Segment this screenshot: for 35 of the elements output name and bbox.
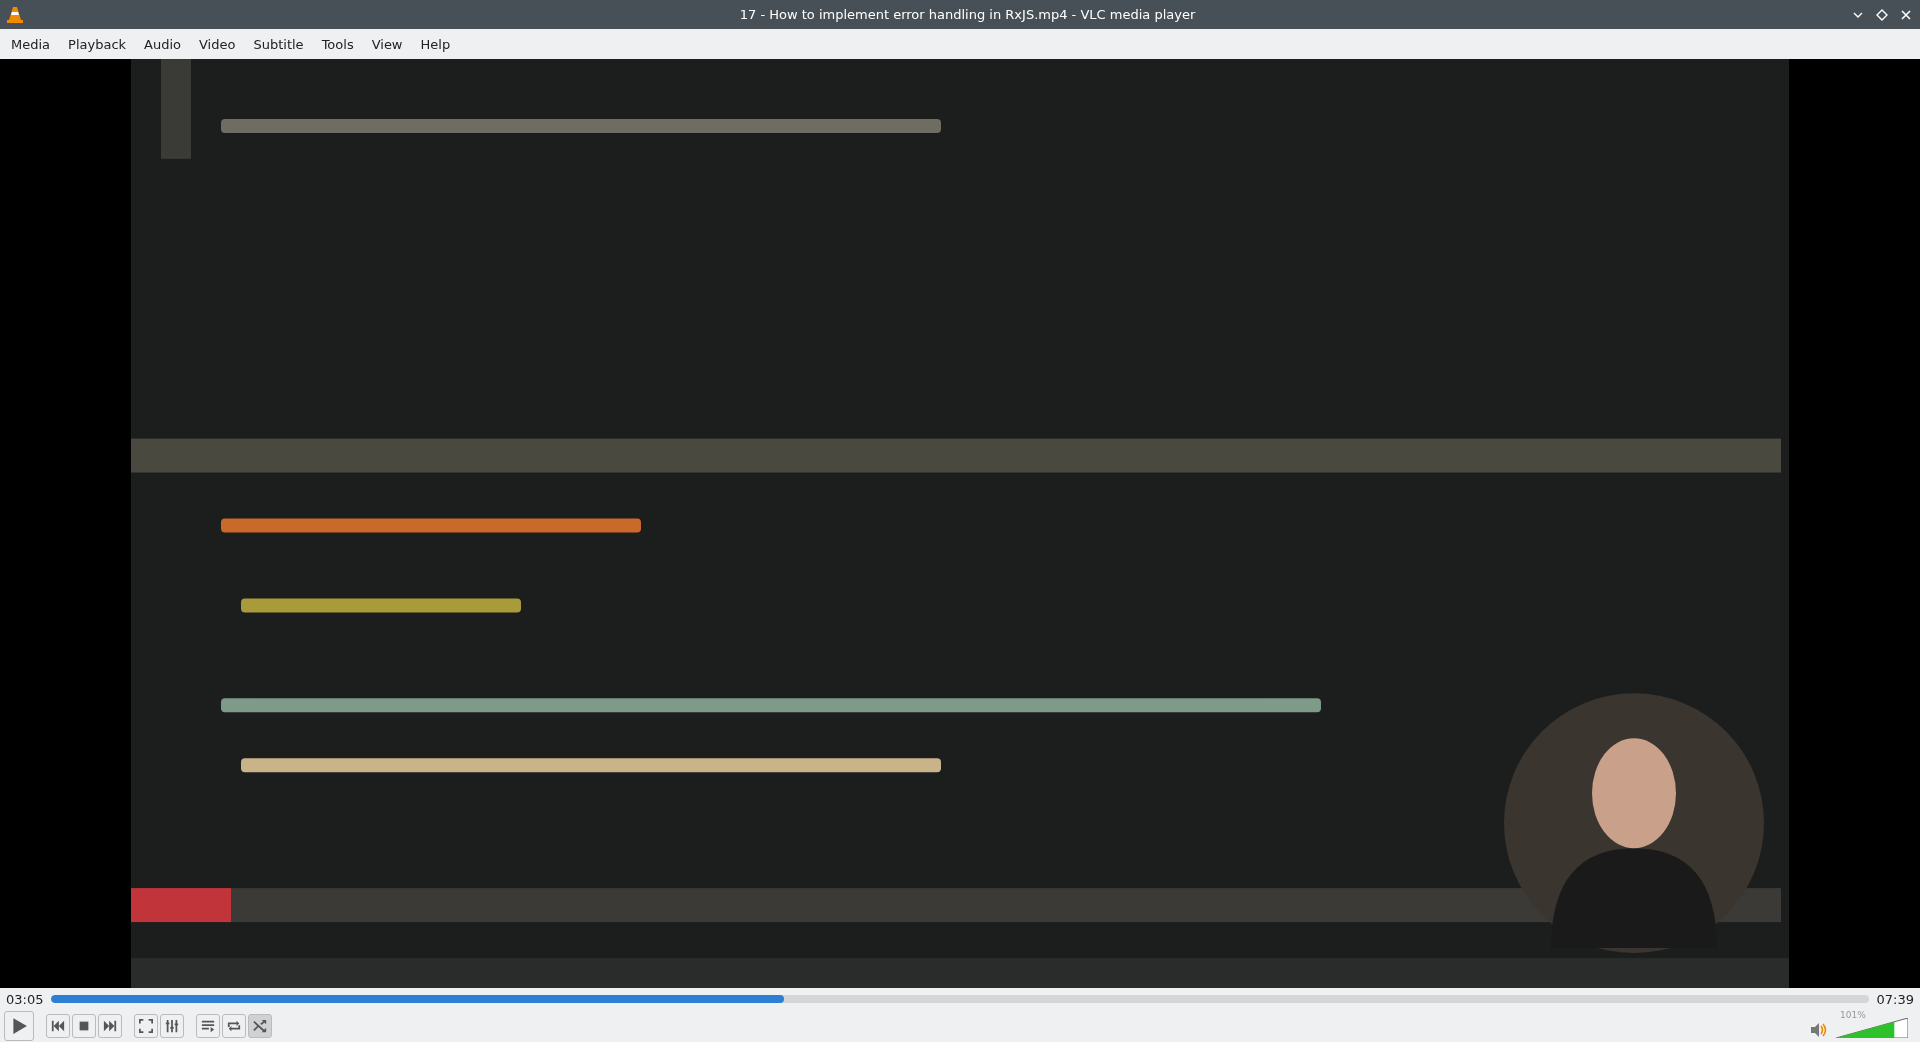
previous-icon (51, 1019, 65, 1033)
fullscreen-icon (139, 1019, 153, 1033)
playlist-icon (201, 1019, 215, 1033)
shuffle-icon (253, 1019, 267, 1033)
menu-item[interactable]: Playback (59, 36, 136, 52)
loop-button[interactable] (222, 1014, 246, 1038)
maximize-icon[interactable] (1876, 8, 1888, 21)
menu-item[interactable]: Help (411, 36, 460, 52)
extended-settings-button[interactable] (160, 1014, 184, 1038)
elapsed-time: 03:05 (6, 991, 44, 1007)
seek-bar[interactable] (51, 995, 1869, 1003)
play-button[interactable] (4, 1011, 34, 1041)
total-time: 07:39 (1876, 991, 1914, 1007)
stop-icon (77, 1019, 91, 1033)
play-icon (10, 1017, 28, 1035)
menu-item[interactable]: Tools (312, 36, 363, 52)
menu-item[interactable]: Subtitle (244, 36, 313, 52)
next-button[interactable] (98, 1014, 122, 1038)
window-title: 17 - How to implement error handling in RxJS.mp4 - VLC media player (738, 7, 1196, 22)
traffic-cone-icon (7, 5, 23, 24)
close-icon[interactable] (1900, 8, 1912, 21)
stop-button[interactable] (72, 1014, 96, 1038)
previous-button[interactable] (46, 1014, 70, 1038)
equalizer-icon (165, 1019, 179, 1033)
speaker-icon[interactable] (1810, 1022, 1828, 1038)
menu-item[interactable]: Video (190, 36, 245, 52)
fullscreen-button[interactable] (134, 1014, 158, 1038)
loop-icon (227, 1019, 241, 1033)
shuffle-button[interactable] (248, 1014, 272, 1038)
menu-item[interactable]: View (362, 36, 412, 52)
menu-item[interactable]: Audio (135, 36, 190, 52)
playlist-button[interactable] (196, 1014, 220, 1038)
menu-item[interactable]: Media (2, 36, 60, 52)
next-icon (103, 1019, 117, 1033)
volume-reading: 101% (1840, 1010, 1866, 1020)
